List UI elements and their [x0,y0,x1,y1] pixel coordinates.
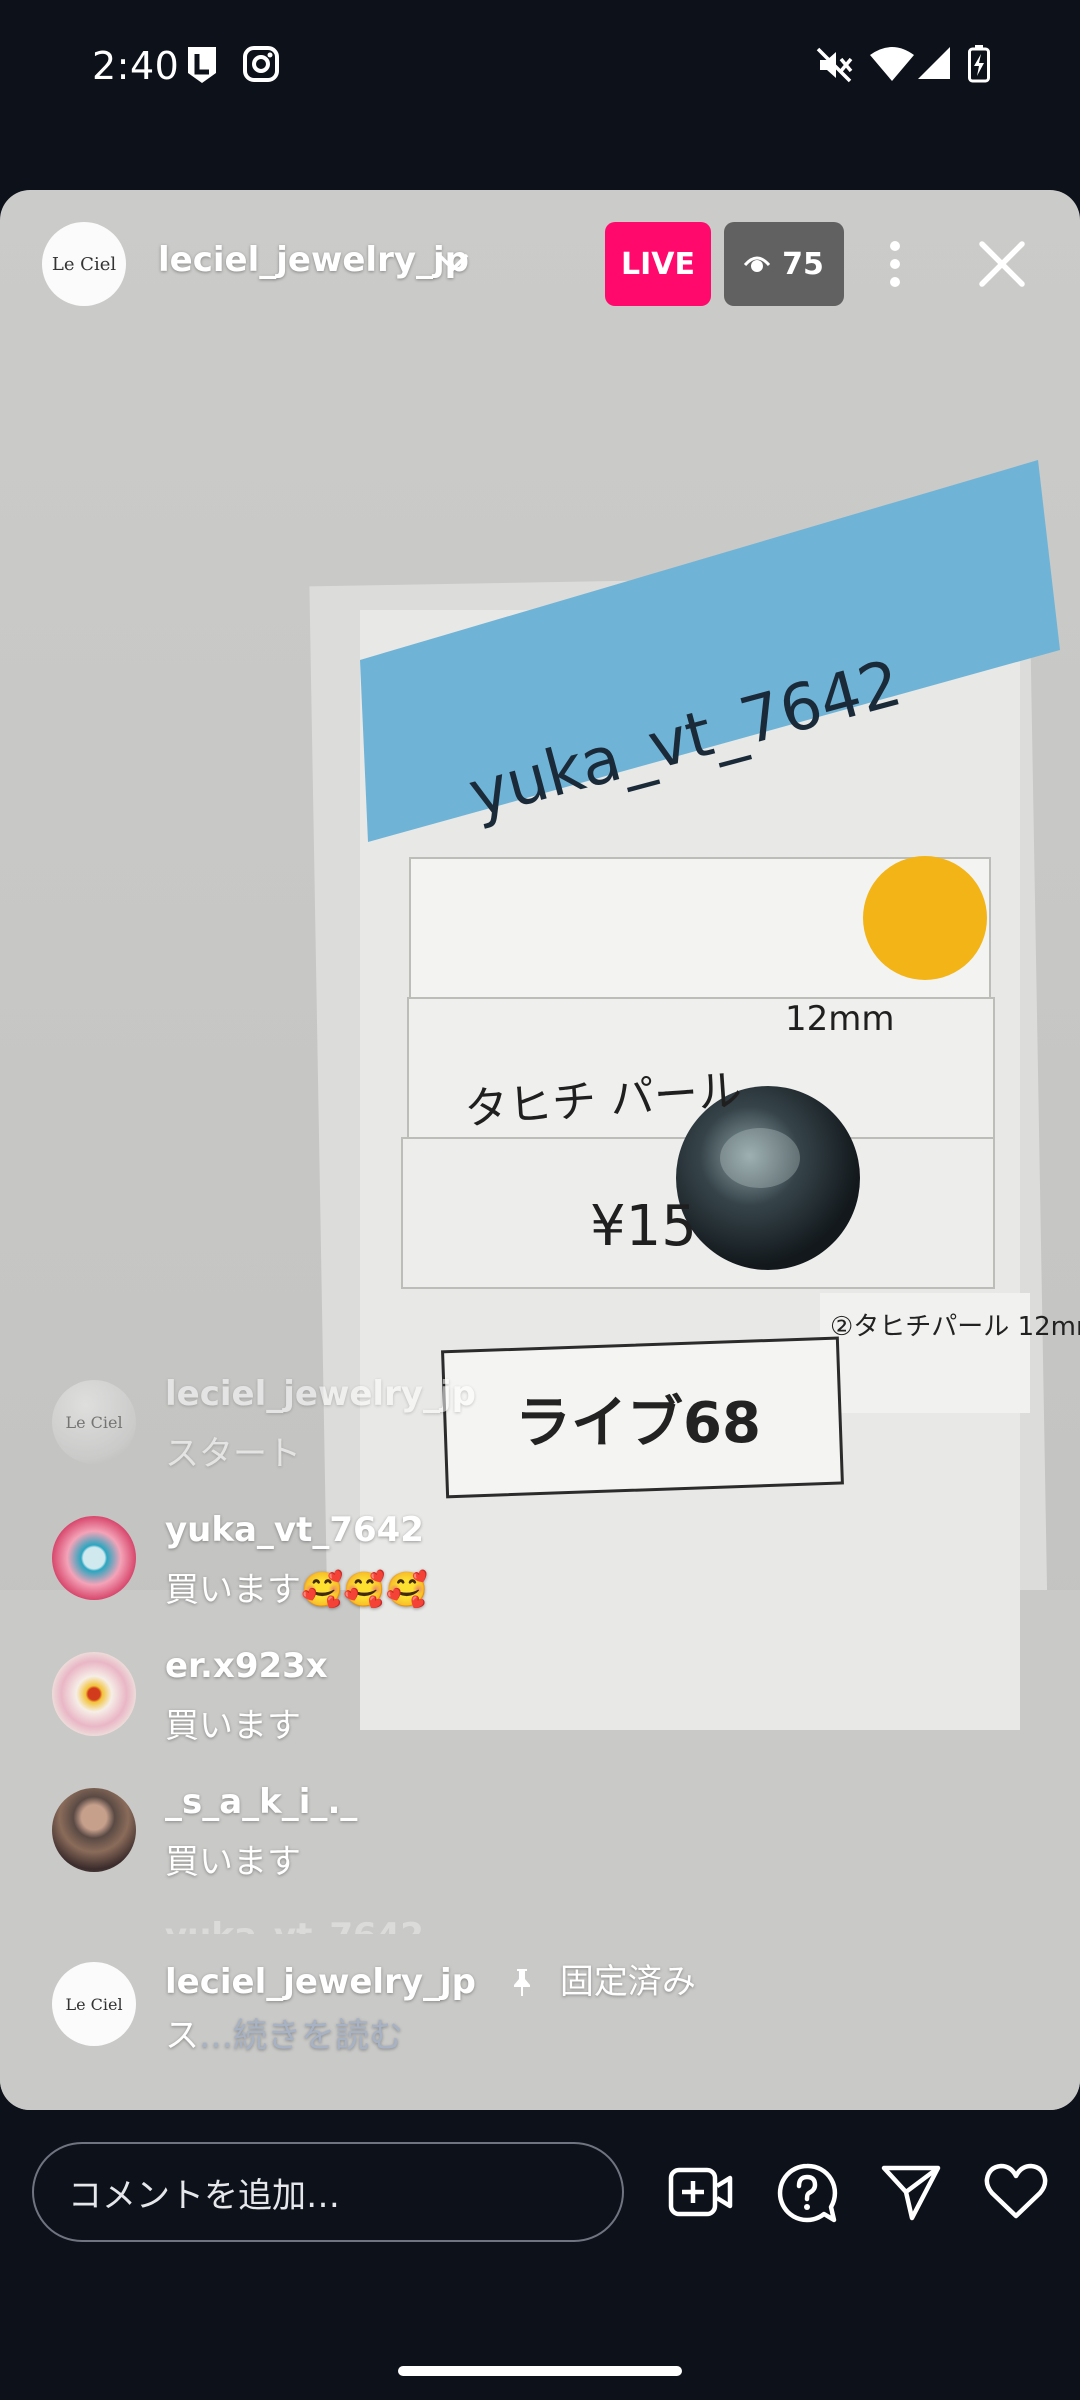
status-bar: 2:40 [0,0,1080,140]
comment-avatar-text: Le Ciel [65,1412,123,1432]
comment-text: 買います [165,1842,301,1882]
comment-avatar[interactable] [52,1652,136,1736]
heart-icon[interactable] [984,2162,1048,2220]
l-app-icon [188,47,216,83]
comment-item: er.x923x 買います [0,1642,1080,1752]
more-options-icon[interactable] [880,234,910,294]
viewer-count: 75 [782,246,824,282]
question-icon[interactable] [776,2162,838,2224]
card-price-text: ¥15 [590,1194,697,1259]
comment-text: スタート [165,1434,301,1474]
pinned-ellipsis: … [199,2016,233,2056]
home-indicator[interactable] [398,2366,682,2376]
add-video-icon[interactable] [668,2162,734,2222]
pinned-username[interactable]: leciel_jewelry_jp [165,1962,476,2002]
signal-icon [918,47,950,79]
printed-label-text: ②タヒチパール 12mm [830,1312,1080,1342]
instagram-icon [243,46,279,82]
pinned-text: ス [165,2016,199,2056]
comment-username[interactable]: leciel_jewelry_jp [165,1374,476,1414]
live-badge: LIVE [605,222,711,306]
pinned-comment[interactable]: Le Ciel leciel_jewelry_jp 固定済み ス…続きを読む [0,1950,1080,2060]
comment-item: _s_a_k_i_._ 買います [0,1778,1080,1888]
battery-charging-icon [968,45,990,83]
comment-username[interactable]: yuka_vt_7642 [165,1510,424,1550]
comment-username[interactable]: _s_a_k_i_._ [165,1782,357,1822]
wifi-icon [870,47,914,81]
comment-username[interactable]: yuka_vt_7642 [165,1916,424,1934]
comment-avatar[interactable] [52,1516,136,1600]
comment-item: yuka_vt_7642 買います🥰🥰🥰 [0,1506,1080,1616]
close-icon[interactable] [978,240,1026,288]
viewer-count-badge[interactable]: 75 [724,222,844,306]
comment-placeholder: コメントを追加… [68,2175,340,2216]
read-more-link[interactable]: 続きを読む [233,2016,403,2056]
comment-avatar[interactable] [52,1788,136,1872]
comment-item: Le Ciel leciel_jewelry_jp スタート [0,1370,1080,1480]
comment-text: 買います🥰🥰🥰 [165,1570,429,1610]
share-icon[interactable] [880,2162,942,2222]
comment-input[interactable]: コメントを追加… [32,2142,624,2242]
eye-icon [744,256,771,272]
pinned-avatar-text: Le Ciel [65,1994,123,2014]
pin-icon [513,1969,530,1996]
comment-username[interactable]: er.x923x [165,1646,328,1686]
status-time: 2:40 [92,44,180,88]
pinned-username-row: leciel_jewelry_jp 固定済み [165,1954,696,2003]
host-avatar-text: Le Ciel [51,253,117,275]
pinned-label: 固定済み [559,1962,696,2002]
comment-avatar[interactable]: Le Ciel [52,1380,136,1464]
card-size-text: 12mm [785,999,895,1039]
comment-avatar[interactable]: Le Ciel [52,1962,136,2046]
chevron-down-icon[interactable] [436,251,470,273]
host-username[interactable]: leciel_jewelry_jp [158,240,469,280]
comment-text: 買います [165,1706,301,1746]
pinned-text-row: ス…続きを読む [165,2008,403,2057]
host-avatar[interactable]: Le Ciel [42,222,126,306]
mute-icon [816,47,853,83]
comment-item-partial: yuka_vt_7642 [0,1906,1080,1934]
